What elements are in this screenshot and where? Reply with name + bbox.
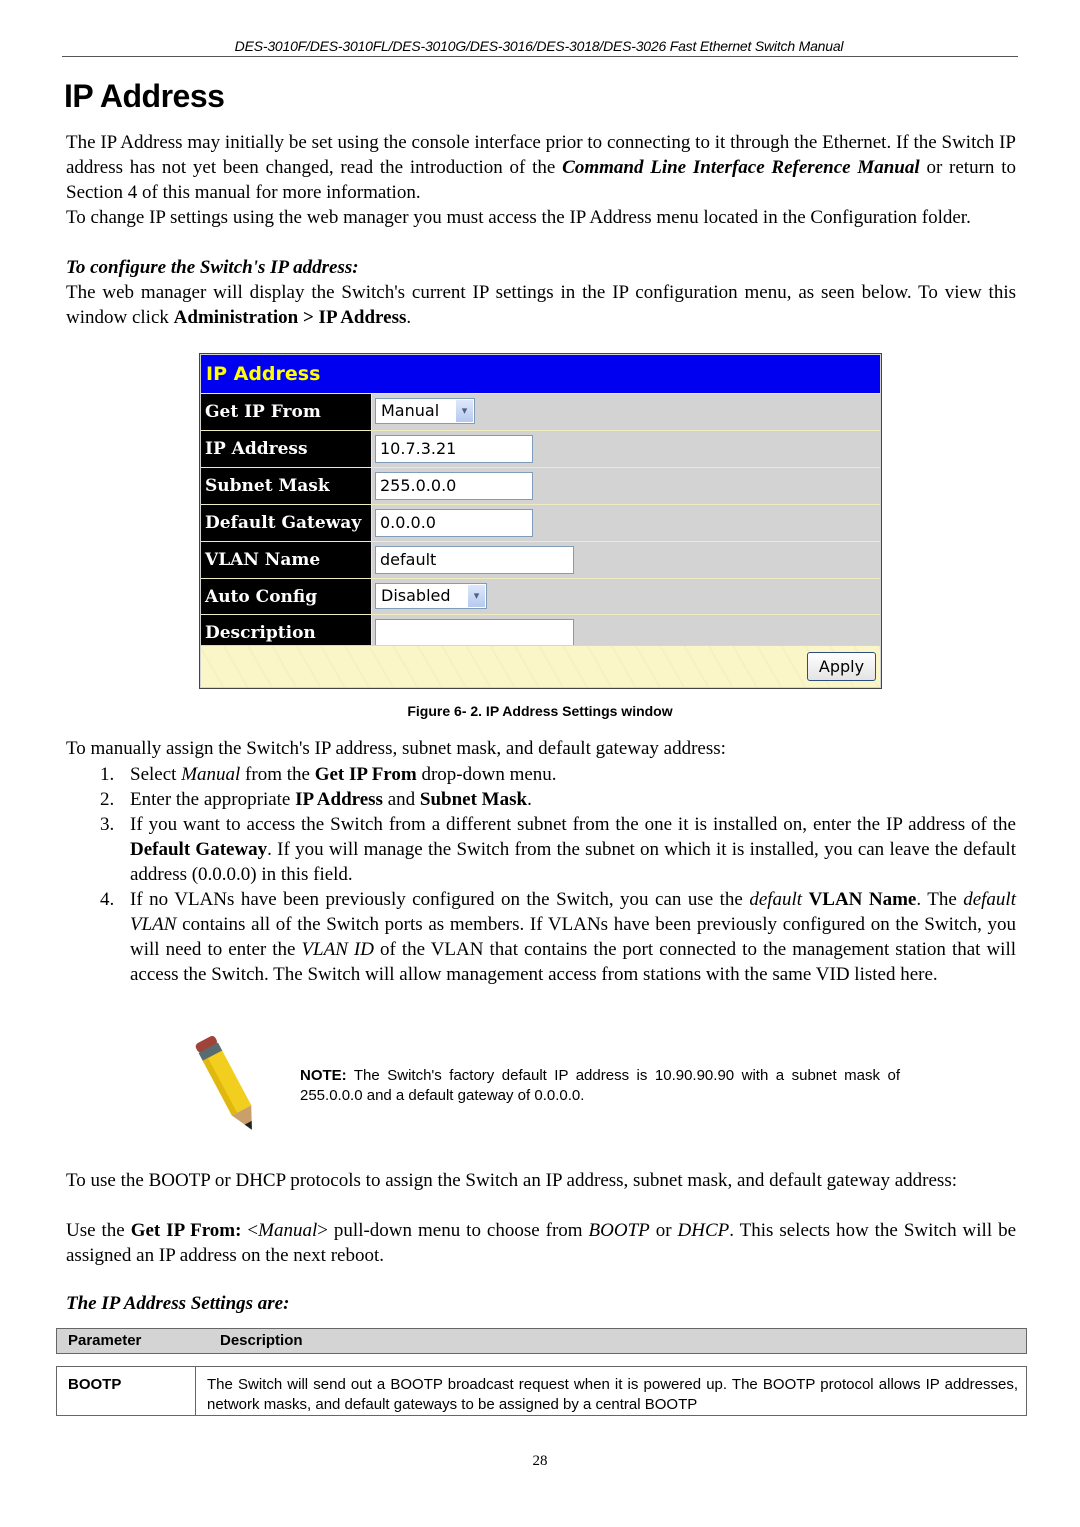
- label-get-ip-from: Get IP From: [201, 394, 372, 430]
- label-default-gateway: Default Gateway: [201, 505, 372, 541]
- row-auto-config-state: Auto Config State Disabled ▾: [201, 578, 880, 643]
- text: > pull-down menu to choose from: [317, 1220, 589, 1241]
- step-item: 3. If you want to access the Switch from …: [66, 812, 1016, 887]
- label-auto-config-state: Auto Config State: [201, 579, 372, 643]
- subnet-mask-input[interactable]: 255.0.0.0: [375, 472, 533, 500]
- step-text: .: [527, 789, 532, 810]
- cli-reference-title: Command Line Interface Reference Manual: [562, 157, 920, 178]
- step-strong: Subnet Mask: [419, 789, 528, 810]
- step-text: Select: [130, 764, 182, 785]
- row-get-ip-from: Get IP From Manual ▾: [201, 393, 880, 430]
- step-text: and: [382, 789, 420, 810]
- step-text: If you want to access the Switch from a …: [130, 814, 1016, 835]
- row-vlan-name: VLAN Name default: [201, 541, 880, 578]
- column-header-description: Description: [220, 1332, 303, 1349]
- auto-config-state-select[interactable]: Disabled ▾: [375, 583, 487, 609]
- settings-heading: The IP Address Settings are:: [66, 1293, 290, 1314]
- intro-paragraph-2: To change IP settings using the web mana…: [66, 207, 971, 228]
- settings-table-header: Parameter Description: [56, 1328, 1027, 1354]
- step-emphasis: VLAN ID: [301, 939, 374, 960]
- note-label: NOTE:: [300, 1067, 347, 1084]
- step-text: . The: [916, 889, 964, 910]
- menu-path: Administration > IP Address: [173, 307, 407, 328]
- intro-paragraph-1: The IP Address may initially be set usin…: [66, 130, 1016, 205]
- note-text: The Switch's factory default IP address …: [300, 1067, 900, 1104]
- manual-steps-lead: To manually assign the Switch's IP addre…: [66, 738, 726, 759]
- manual-steps-list: 1. Select Manual from the Get IP From dro…: [66, 762, 1016, 987]
- label-subnet-mask: Subnet Mask: [201, 468, 372, 504]
- step-strong: Default Gateway: [130, 839, 268, 860]
- get-ip-from-ref: Get IP From:: [130, 1220, 242, 1241]
- step-item: 4. If no VLANs have been previously confi…: [66, 887, 1016, 987]
- row-ip-address: IP Address 10.7.3.21: [201, 430, 880, 467]
- pencil-icon: [195, 1035, 252, 1130]
- vlan-name-input[interactable]: default: [375, 546, 574, 574]
- step-item: 2. Enter the appropriate IP Address and S…: [66, 787, 1016, 812]
- step-text: drop-down menu.: [416, 764, 557, 785]
- note-box: NOTE: The Switch's factory default IP ad…: [300, 1066, 900, 1106]
- step-number: 1.: [100, 764, 115, 785]
- configure-subheading: To configure the Switch's IP address:: [66, 257, 359, 278]
- label-vlan-name: VLAN Name: [201, 542, 372, 578]
- page-number: 28: [532, 1453, 548, 1469]
- get-ip-from-select[interactable]: Manual ▾: [375, 398, 475, 424]
- chevron-down-icon[interactable]: ▾: [468, 585, 485, 607]
- window-footer: Apply: [201, 645, 880, 687]
- step-text: from the: [240, 764, 315, 785]
- text: or: [649, 1220, 678, 1241]
- intro-paragraph-3: The web manager will display the Switch'…: [66, 280, 1016, 330]
- text: Use the: [66, 1220, 131, 1241]
- step-number: 4.: [100, 889, 115, 910]
- table-row: BOOTP The Switch will send out a BOOTP b…: [56, 1366, 1027, 1416]
- step-emphasis: default: [749, 889, 803, 910]
- step-emphasis: Manual: [181, 764, 241, 785]
- auto-config-state-value: Disabled: [381, 586, 451, 605]
- get-ip-from-value: Manual: [381, 401, 440, 420]
- step-item: 1. Select Manual from the Get IP From dro…: [66, 762, 1016, 787]
- ip-address-settings-window: IP Address Get IP From Manual ▾ IP Addre…: [199, 353, 882, 689]
- figure-caption: Figure 6- 2. IP Address Settings window: [407, 703, 673, 719]
- chevron-down-icon[interactable]: ▾: [456, 400, 473, 422]
- bootp-dhcp-paragraph-1: To use the BOOTP or DHCP protocols to as…: [66, 1170, 957, 1191]
- manual-ref: Manual: [258, 1220, 318, 1241]
- header-rule: [62, 56, 1018, 57]
- bootp-ref: BOOTP: [588, 1220, 650, 1241]
- column-header-parameter: Parameter: [68, 1332, 142, 1349]
- default-gateway-input[interactable]: 0.0.0.0: [375, 509, 533, 537]
- apply-button[interactable]: Apply: [807, 652, 876, 681]
- step-strong: IP Address: [295, 789, 383, 810]
- page-title: IP Address: [64, 78, 225, 114]
- row-subnet-mask: Subnet Mask 255.0.0.0: [201, 467, 880, 504]
- description-input[interactable]: [375, 619, 574, 647]
- step-strong: Get IP From: [314, 764, 417, 785]
- description-cell: The Switch will send out a BOOTP broadca…: [207, 1376, 1018, 1413]
- step-strong: VLAN Name: [808, 889, 917, 910]
- step-number: 2.: [100, 789, 115, 810]
- ip-address-input[interactable]: 10.7.3.21: [375, 435, 533, 463]
- step-text: Enter the appropriate: [130, 789, 296, 810]
- text: <: [241, 1220, 259, 1241]
- step-number: 3.: [100, 814, 115, 835]
- step-text: If no VLANs have been previously configu…: [130, 889, 750, 910]
- window-title: IP Address: [201, 355, 880, 393]
- running-header: DES-3010F/DES-3010FL/DES-3010G/DES-3016/…: [234, 38, 844, 54]
- parameter-cell: BOOTP: [57, 1367, 196, 1415]
- dhcp-ref: DHCP: [677, 1220, 730, 1241]
- label-ip-address: IP Address: [201, 431, 372, 467]
- bootp-dhcp-paragraph-2: Use the Get IP From: <Manual> pull-down …: [66, 1218, 1016, 1268]
- row-default-gateway: Default Gateway 0.0.0.0: [201, 504, 880, 541]
- intro-text: .: [406, 307, 412, 328]
